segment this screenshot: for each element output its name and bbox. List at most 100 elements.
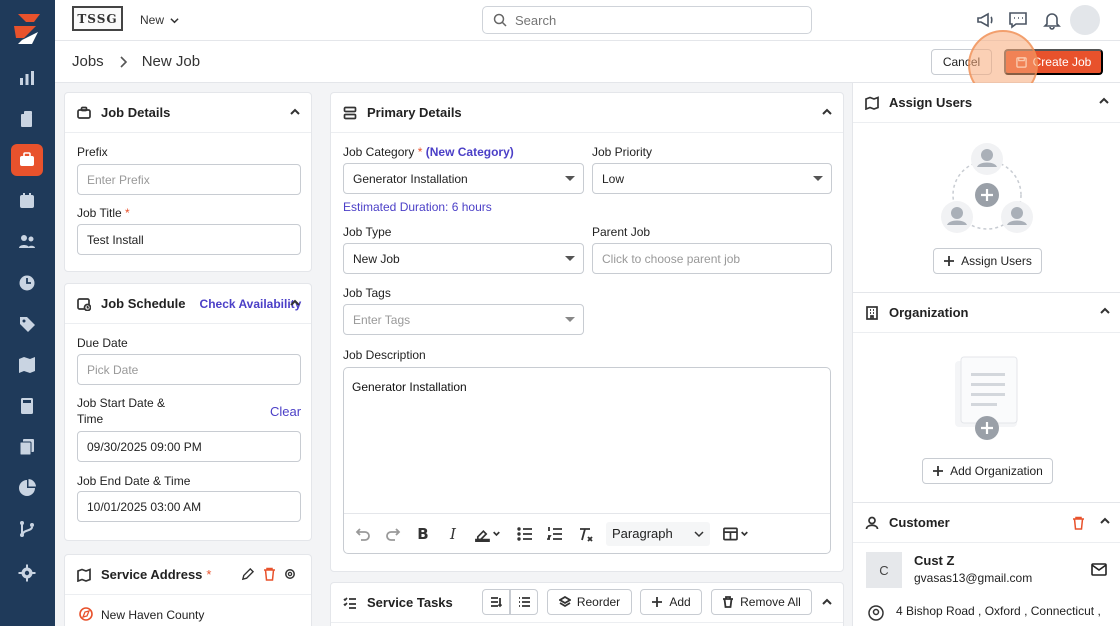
- assign-users-header[interactable]: Assign Users: [853, 83, 1120, 123]
- end-date-input[interactable]: 10/01/2025 03:00 AM: [77, 491, 301, 522]
- sidebar-item-invoices[interactable]: [11, 390, 43, 422]
- dropdown-arrow-icon: [565, 176, 575, 181]
- sidebar-item-calendar[interactable]: [11, 185, 43, 217]
- sidebar-item-pricing[interactable]: [11, 308, 43, 340]
- job-type-select[interactable]: New Job: [343, 243, 584, 274]
- italic-icon[interactable]: I: [444, 525, 462, 543]
- job-category-value: Generator Installation: [353, 171, 468, 186]
- paragraph-select[interactable]: Paragraph: [606, 521, 710, 546]
- clear-format-icon[interactable]: [576, 525, 594, 543]
- bold-icon[interactable]: B: [414, 525, 432, 543]
- chat-icon[interactable]: [1008, 10, 1028, 30]
- chevron-up-icon[interactable]: [1099, 305, 1111, 317]
- plus-icon: [652, 597, 663, 607]
- job-category-select[interactable]: Generator Installation: [343, 163, 584, 194]
- create-job-label: Create Job: [1032, 55, 1092, 69]
- job-schedule-header[interactable]: Job Schedule Check Availability: [65, 284, 311, 324]
- list-icon: [519, 597, 530, 607]
- sidebar-item-reports[interactable]: [11, 62, 43, 94]
- sort-button[interactable]: [482, 589, 510, 615]
- location-pin-icon: [868, 605, 884, 621]
- estimated-duration: Estimated Duration: 6 hours: [343, 200, 492, 214]
- chevron-up-icon[interactable]: [821, 106, 833, 118]
- map-icon: [19, 357, 35, 373]
- undo-icon[interactable]: [354, 525, 372, 543]
- company-logo[interactable]: TSSG: [72, 6, 123, 31]
- chevron-up-icon[interactable]: [289, 297, 301, 309]
- create-job-button[interactable]: Create Job: [1004, 49, 1103, 75]
- new-menu-button[interactable]: New: [140, 13, 179, 27]
- trash-icon[interactable]: [263, 567, 276, 581]
- sidebar-item-jobs[interactable]: [11, 144, 43, 176]
- organization-illustration: [955, 356, 1018, 440]
- job-tags-input[interactable]: Enter Tags: [343, 304, 584, 335]
- job-priority-label: Job Priority: [592, 145, 653, 159]
- user-avatar[interactable]: [1070, 5, 1100, 35]
- redo-icon[interactable]: [384, 525, 402, 543]
- sidebar-item-analytics[interactable]: [11, 472, 43, 504]
- description-text[interactable]: Generator Installation: [352, 380, 467, 394]
- announcements-icon[interactable]: [975, 10, 995, 30]
- sidebar-item-time[interactable]: [11, 267, 43, 299]
- sidebar-item-documents[interactable]: [11, 103, 43, 135]
- parent-job-input[interactable]: Click to choose parent job: [592, 243, 832, 274]
- add-task-button[interactable]: Add: [640, 589, 702, 615]
- table-icon[interactable]: [722, 525, 752, 543]
- customer-header[interactable]: Customer: [853, 503, 1120, 543]
- bell-icon[interactable]: [1042, 10, 1062, 30]
- service-address-header[interactable]: Service Address *: [65, 555, 311, 595]
- plus-icon: [933, 466, 944, 476]
- mail-icon[interactable]: [1091, 563, 1107, 576]
- start-date-label: Job Start Date &: [77, 396, 166, 410]
- breadcrumb-jobs[interactable]: Jobs: [72, 53, 104, 70]
- assign-users-button[interactable]: Assign Users: [933, 248, 1042, 274]
- user-icon: [865, 516, 879, 530]
- paragraph-value: Paragraph: [612, 526, 673, 541]
- organization-header[interactable]: Organization: [853, 293, 1120, 333]
- end-date-label: Job End Date & Time: [77, 474, 191, 488]
- clear-link[interactable]: Clear: [270, 404, 301, 419]
- start-date-input[interactable]: 09/30/2025 09:00 PM: [77, 431, 301, 462]
- numbered-list-icon[interactable]: [546, 525, 564, 543]
- search-input[interactable]: [515, 12, 795, 28]
- bullet-list-icon[interactable]: [516, 525, 534, 543]
- gear-icon[interactable]: [283, 567, 297, 581]
- chevron-up-icon[interactable]: [289, 106, 301, 118]
- check-availability-link[interactable]: Check Availability: [200, 297, 302, 311]
- primary-details-header[interactable]: Primary Details: [331, 93, 843, 133]
- app-logo-icon[interactable]: [12, 12, 44, 46]
- breadcrumb: Jobs New Job: [72, 53, 200, 70]
- sidebar-item-settings[interactable]: [11, 557, 43, 589]
- new-category-link[interactable]: (New Category): [426, 145, 514, 159]
- list-icon: [343, 106, 357, 120]
- job-priority-select[interactable]: Low: [592, 163, 832, 194]
- bar-chart-icon: [20, 71, 34, 85]
- prefix-input[interactable]: Enter Prefix: [77, 164, 301, 195]
- trash-icon[interactable]: [1072, 516, 1085, 530]
- chevron-up-icon[interactable]: [1099, 515, 1111, 527]
- sidebar-item-users[interactable]: [11, 226, 43, 258]
- cancel-button[interactable]: Cancel: [931, 49, 992, 75]
- customer-name[interactable]: Cust Z: [914, 553, 954, 568]
- sidebar-item-workflows[interactable]: [11, 513, 43, 545]
- customer-avatar: C: [866, 552, 902, 588]
- sidebar-item-map[interactable]: [11, 349, 43, 381]
- due-date-input[interactable]: Pick Date: [77, 354, 301, 385]
- chevron-up-icon[interactable]: [821, 596, 833, 608]
- description-editor[interactable]: Generator Installation B I Paragraph: [343, 367, 831, 554]
- job-title-input[interactable]: Test Install: [77, 224, 301, 255]
- highlight-icon[interactable]: [474, 525, 504, 543]
- reorder-button[interactable]: Reorder: [547, 589, 632, 615]
- pencil-icon[interactable]: [241, 568, 254, 581]
- job-category-label: Job Category * (New Category): [343, 145, 514, 159]
- add-organization-button[interactable]: Add Organization: [922, 458, 1053, 484]
- required-marker: *: [206, 567, 212, 582]
- checklist-icon: [343, 596, 357, 610]
- remove-all-button[interactable]: Remove All: [711, 589, 812, 615]
- clock-icon: [19, 275, 35, 291]
- list-view-button[interactable]: [510, 589, 538, 615]
- chevron-up-icon[interactable]: [1098, 95, 1110, 107]
- sidebar-item-files[interactable]: [11, 431, 43, 463]
- search-box[interactable]: [482, 6, 812, 34]
- job-details-header[interactable]: Job Details: [65, 93, 311, 133]
